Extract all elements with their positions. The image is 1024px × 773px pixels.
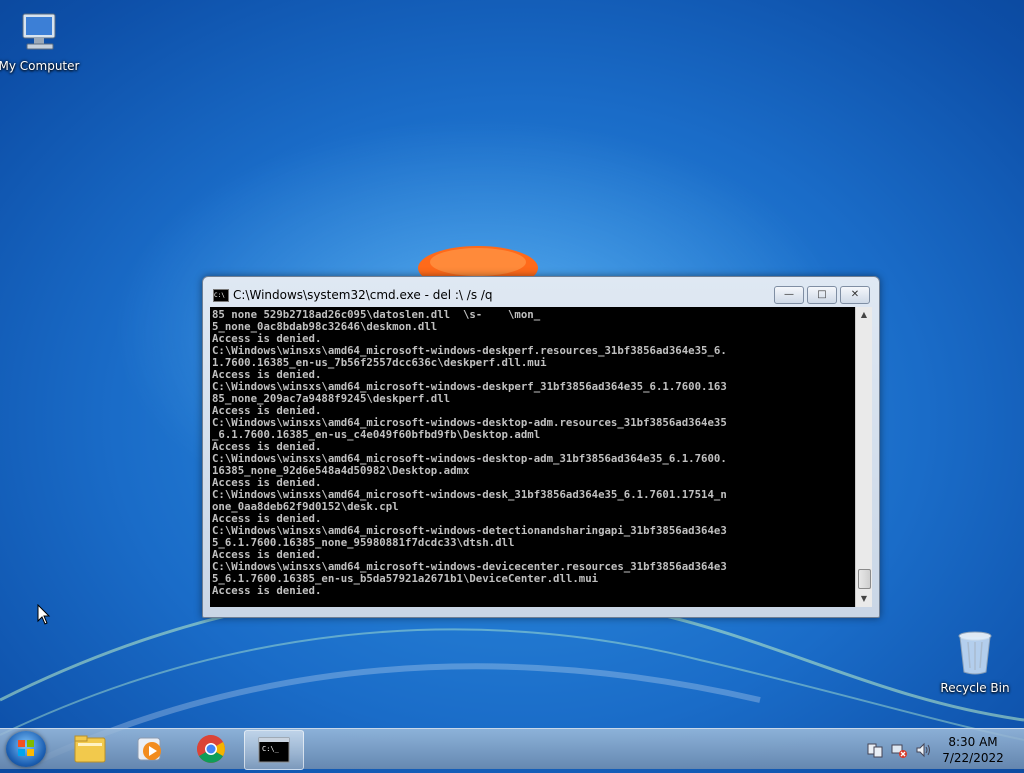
taskbar: C:\_ 8:30 AM 7/22/2022 xyxy=(0,728,1024,770)
window-titlebar[interactable]: C:\ C:\Windows\system32\cmd.exe - del :\… xyxy=(203,277,879,307)
console-output[interactable]: 85 none 529b2718ad26c095\datoslen.dll \s… xyxy=(210,307,855,607)
window-title: C:\Windows\system32\cmd.exe - del :\ /s … xyxy=(233,288,493,302)
recycle-bin-label: Recycle Bin xyxy=(940,681,1010,695)
cmd-icon: C:\ xyxy=(213,289,229,302)
chrome-icon xyxy=(197,735,225,763)
console-line: Access is denied. xyxy=(212,584,322,597)
scroll-down-icon[interactable]: ▼ xyxy=(856,591,872,607)
console-text: 85 none 529b2718ad26c095\datoslen.dll \s… xyxy=(210,307,855,597)
windows-logo-icon xyxy=(18,740,34,756)
svg-text:C:\_: C:\_ xyxy=(262,745,280,753)
taskbar-media-player[interactable] xyxy=(121,730,179,768)
clock-date: 7/22/2022 xyxy=(942,751,1004,765)
mouse-cursor-icon xyxy=(37,604,51,625)
close-button[interactable]: ✕ xyxy=(840,286,870,304)
taskbar-cmd[interactable]: C:\_ xyxy=(244,730,304,770)
action-center-icon[interactable] xyxy=(866,741,884,759)
my-computer-icon[interactable]: My Computer xyxy=(0,10,81,73)
scroll-thumb[interactable] xyxy=(858,569,871,589)
network-icon[interactable] xyxy=(890,741,908,759)
recycle-bin-icon[interactable]: Recycle Bin xyxy=(933,630,1017,695)
start-button[interactable] xyxy=(6,731,46,767)
folder-icon xyxy=(74,735,106,763)
cmd-window[interactable]: C:\ C:\Windows\system32\cmd.exe - del :\… xyxy=(202,276,880,618)
system-clock[interactable]: 8:30 AM 7/22/2022 xyxy=(936,734,1010,766)
vertical-scrollbar[interactable]: ▲ ▼ xyxy=(855,307,872,607)
media-player-icon xyxy=(137,737,161,761)
taskbar-chrome[interactable] xyxy=(182,730,240,768)
trash-icon xyxy=(958,631,992,675)
volume-icon[interactable] xyxy=(914,741,932,759)
clock-time: 8:30 AM xyxy=(948,735,998,749)
maximize-button[interactable]: □ xyxy=(807,286,837,304)
scroll-up-icon[interactable]: ▲ xyxy=(856,307,872,323)
cmd-icon: C:\_ xyxy=(258,737,290,763)
minimize-button[interactable]: — xyxy=(774,286,804,304)
computer-icon xyxy=(22,13,56,50)
taskbar-explorer[interactable] xyxy=(60,730,118,768)
my-computer-label: My Computer xyxy=(0,59,80,73)
